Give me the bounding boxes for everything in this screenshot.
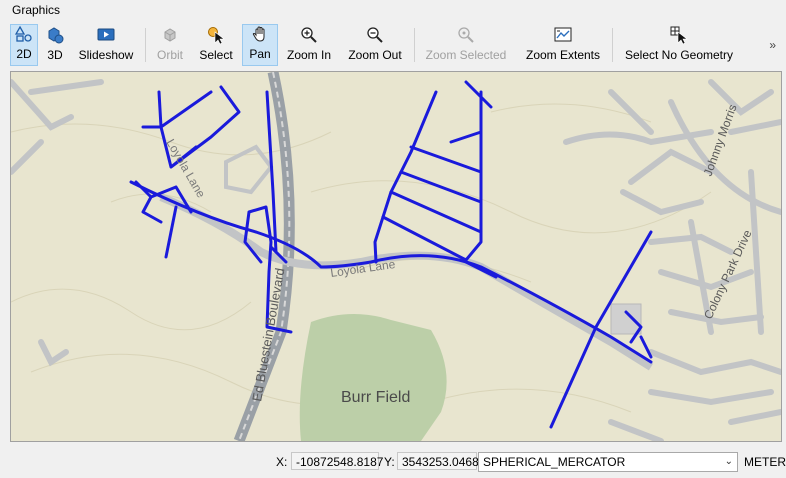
zoom-extents-icon: [554, 26, 572, 44]
zoom-in-icon: [300, 26, 318, 44]
3d-shapes-icon: [46, 26, 64, 44]
map-view[interactable]: Loyola Lane Loyola Lane Ed Bluestein Bou…: [10, 71, 782, 442]
toolbar-separator: [612, 28, 613, 62]
zoom-in-label: Zoom In: [286, 48, 331, 62]
status-bar: X: -10872548.8187 Y: 3543253.0468 SPHERI…: [0, 449, 786, 475]
orbit-label: Orbit: [156, 48, 183, 62]
select-cursor-icon: [207, 26, 225, 44]
toolbar-separator: [145, 28, 146, 62]
slideshow-label: Slideshow: [78, 48, 134, 62]
zoom-in-button[interactable]: Zoom In: [284, 24, 334, 66]
zoom-extents-label: Zoom Extents: [525, 48, 601, 62]
slideshow-button[interactable]: Slideshow: [74, 24, 138, 66]
zoom-out-icon: [366, 26, 384, 44]
pan-label: Pan: [249, 47, 271, 61]
map-canvas[interactable]: Loyola Lane Loyola Lane Ed Bluestein Bou…: [11, 72, 781, 441]
zoom-selected-icon: [457, 26, 475, 44]
2d-shapes-icon: [15, 25, 33, 43]
3d-label: 3D: [47, 48, 63, 62]
chevron-down-icon: ⌄: [724, 456, 733, 467]
toolbar-separator: [414, 28, 415, 62]
zoom-selected-label: Zoom Selected: [425, 48, 507, 62]
slideshow-icon: [97, 26, 115, 44]
y-coordinate-value: 3543253.0468: [397, 452, 479, 470]
3d-button[interactable]: 3D: [42, 24, 68, 66]
zoom-out-label: Zoom Out: [348, 48, 402, 62]
2d-label: 2D: [16, 47, 32, 61]
orbit-icon: [161, 26, 179, 44]
select-no-geometry-button[interactable]: Select No Geometry: [620, 24, 738, 66]
x-coordinate-label: X:: [276, 455, 288, 469]
projection-select[interactable]: SPHERICAL_MERCATOR ⌄: [478, 452, 738, 472]
select-no-geometry-label: Select No Geometry: [624, 48, 734, 62]
x-coordinate-value: -10872548.8187: [291, 452, 383, 470]
pan-button[interactable]: Pan: [242, 24, 278, 66]
hand-pan-icon: [251, 25, 269, 43]
select-label: Select: [199, 48, 233, 62]
zoom-extents-button[interactable]: Zoom Extents: [522, 24, 604, 66]
zoom-out-button[interactable]: Zoom Out: [344, 24, 406, 66]
graphics-toolbar: 2D 3D Slideshow Orbit Select Pan Zoom In…: [8, 22, 784, 68]
panel-title: Graphics: [12, 3, 61, 17]
zoom-selected-button[interactable]: Zoom Selected: [420, 24, 512, 66]
orbit-button[interactable]: Orbit: [152, 24, 188, 66]
toolbar-overflow-button[interactable]: »: [769, 38, 776, 52]
2d-button[interactable]: 2D: [10, 24, 38, 66]
units-label: METER: [744, 455, 786, 469]
y-coordinate-label: Y:: [384, 455, 395, 469]
select-no-geometry-icon: [670, 26, 688, 44]
projection-value: SPHERICAL_MERCATOR: [483, 455, 626, 469]
select-button[interactable]: Select: [196, 24, 236, 66]
map-label-burr-field: Burr Field: [341, 389, 410, 406]
